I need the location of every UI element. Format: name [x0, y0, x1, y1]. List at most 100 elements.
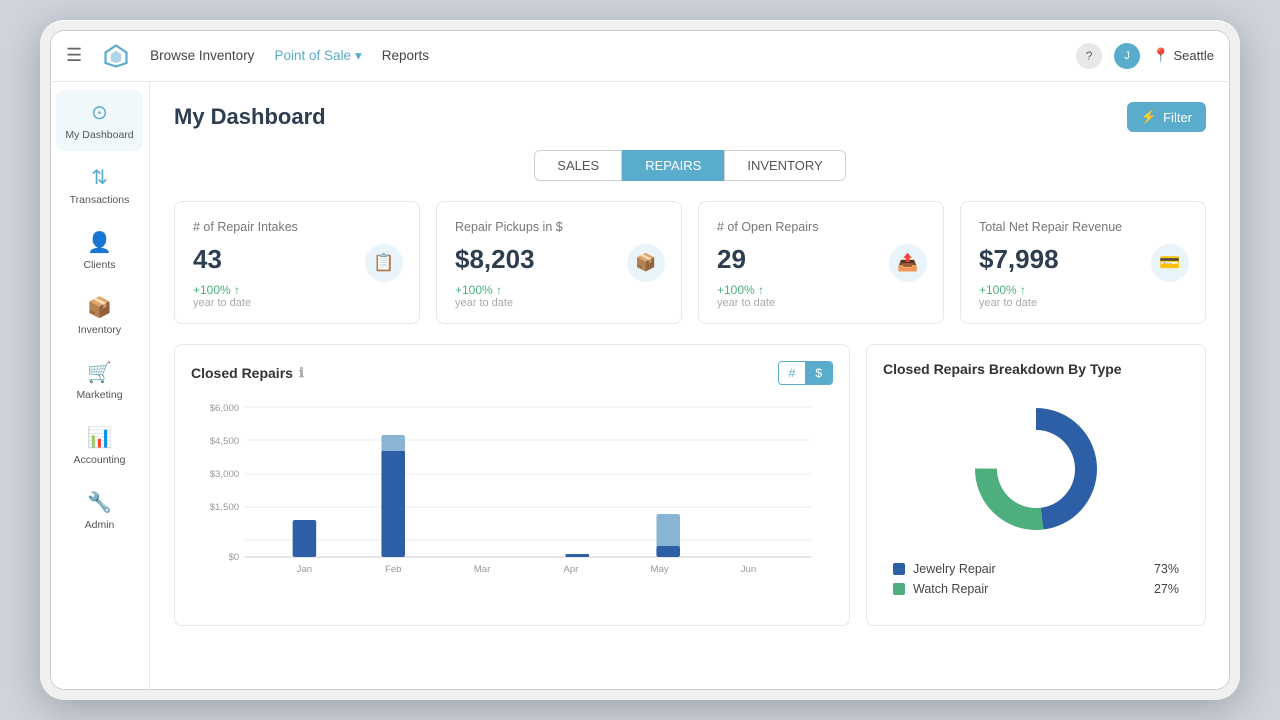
sidebar-label-inventory: Inventory: [78, 324, 121, 336]
sidebar-label-marketing: Marketing: [76, 389, 122, 401]
nav-browse-inventory[interactable]: Browse Inventory: [150, 48, 254, 63]
metric-sub-repair-intakes: year to date: [193, 297, 401, 309]
sidebar-item-dashboard[interactable]: ⊙ My Dashboard: [56, 90, 143, 151]
page-title: My Dashboard: [174, 104, 326, 130]
svg-text:$0: $0: [228, 552, 239, 562]
metric-icon-repair-pickups: 📦: [627, 244, 665, 282]
nav-right-section: ? J 📍 Seattle: [1076, 43, 1214, 69]
watch-label: Watch Repair: [913, 582, 988, 596]
svg-text:Jan: Jan: [297, 564, 313, 574]
metric-change-net-revenue: +100% ↑: [979, 283, 1187, 297]
user-avatar[interactable]: J: [1114, 43, 1140, 69]
watch-pct: 27%: [1154, 582, 1179, 596]
legend-item-jewelry: Jewelry Repair 73%: [893, 559, 1179, 579]
filter-button[interactable]: ⚡ Filter: [1127, 102, 1206, 132]
svg-text:$3,000: $3,000: [210, 469, 239, 479]
sidebar-label-transactions: Transactions: [70, 194, 130, 206]
nav-point-of-sale[interactable]: Point of Sale ▾: [274, 48, 361, 64]
sidebar-label-clients: Clients: [83, 259, 115, 271]
sidebar-item-marketing[interactable]: 🛒 Marketing: [56, 350, 143, 411]
metric-card-open-repairs: # of Open Repairs 29 +100% ↑ year to dat…: [698, 201, 944, 324]
breakdown-title: Closed Repairs Breakdown By Type: [883, 361, 1122, 377]
svg-text:May: May: [651, 564, 670, 574]
bar-chart-svg: $6,000 $4,500 $3,000 $1,500 $0: [191, 397, 833, 597]
metric-icon-net-revenue: 💳: [1151, 244, 1189, 282]
info-icon[interactable]: ℹ: [299, 365, 304, 381]
metric-title-repair-intakes: # of Repair Intakes: [193, 220, 401, 234]
svg-text:Jun: Jun: [741, 564, 757, 574]
sidebar-label-admin: Admin: [85, 519, 115, 531]
breakdown-chart: Closed Repairs Breakdown By Type: [866, 344, 1206, 626]
sidebar-item-clients[interactable]: 👤 Clients: [56, 220, 143, 281]
clients-icon: 👤: [87, 230, 112, 255]
page-header: My Dashboard ⚡ Filter: [174, 102, 1206, 132]
jewelry-pct: 73%: [1154, 562, 1179, 576]
metric-card-repair-intakes: # of Repair Intakes 43 +100% ↑ year to d…: [174, 201, 420, 324]
admin-icon: 🔧: [87, 490, 112, 515]
chart-legend: Jewelry Repair 73% Watch Repair: [883, 559, 1189, 599]
donut-area: Jewelry Repair 73% Watch Repair: [883, 389, 1189, 609]
sidebar-label-dashboard: My Dashboard: [65, 129, 133, 141]
closed-repairs-chart-header: Closed Repairs ℹ # $: [191, 361, 833, 385]
help-button[interactable]: ?: [1076, 43, 1102, 69]
svg-text:$6,000: $6,000: [210, 403, 239, 413]
donut-container: [966, 399, 1106, 539]
svg-text:Apr: Apr: [563, 564, 578, 574]
sidebar-item-accounting[interactable]: 📊 Accounting: [56, 415, 143, 476]
metric-sub-net-revenue: year to date: [979, 297, 1187, 309]
jewelry-color-dot: [893, 563, 905, 575]
location-display: 📍 Seattle: [1152, 47, 1214, 64]
tab-inventory[interactable]: INVENTORY: [724, 150, 845, 181]
logo-icon: [102, 42, 130, 70]
legend-item-watch: Watch Repair 27%: [893, 579, 1179, 599]
marketing-icon: 🛒: [87, 360, 112, 385]
filter-icon: ⚡: [1141, 109, 1157, 125]
bar-chart-area: $6,000 $4,500 $3,000 $1,500 $0: [191, 397, 833, 597]
metric-title-open-repairs: # of Open Repairs: [717, 220, 925, 234]
tab-group: SALES REPAIRS INVENTORY: [174, 150, 1206, 181]
svg-text:Feb: Feb: [385, 564, 402, 574]
nav-reports[interactable]: Reports: [382, 48, 429, 63]
menu-icon[interactable]: ☰: [66, 45, 82, 66]
dashboard-icon: ⊙: [91, 100, 108, 125]
topnav: ☰ Browse Inventory Point of Sale ▾ Repor…: [50, 30, 1230, 82]
watch-color-dot: [893, 583, 905, 595]
metric-icon-open-repairs: 📤: [889, 244, 927, 282]
sidebar-label-accounting: Accounting: [74, 454, 126, 466]
closed-repairs-title: Closed Repairs ℹ: [191, 365, 304, 381]
metric-change-repair-pickups: +100% ↑: [455, 283, 663, 297]
svg-text:$4,500: $4,500: [210, 436, 239, 446]
metric-card-net-revenue: Total Net Repair Revenue $7,998 +100% ↑ …: [960, 201, 1206, 324]
breakdown-chart-header: Closed Repairs Breakdown By Type: [883, 361, 1189, 377]
metric-change-repair-intakes: +100% ↑: [193, 283, 401, 297]
accounting-icon: 📊: [87, 425, 112, 450]
screen: ☰ Browse Inventory Point of Sale ▾ Repor…: [50, 30, 1230, 690]
svg-text:Mar: Mar: [474, 564, 491, 574]
metric-sub-open-repairs: year to date: [717, 297, 925, 309]
toggle-hash[interactable]: #: [779, 362, 806, 384]
svg-text:$1,500: $1,500: [210, 502, 239, 512]
tab-repairs[interactable]: REPAIRS: [622, 150, 724, 181]
metric-cards: # of Repair Intakes 43 +100% ↑ year to d…: [174, 201, 1206, 324]
main-layout: ⊙ My Dashboard ⇅ Transactions 👤 Clients …: [50, 82, 1230, 690]
metric-card-repair-pickups: Repair Pickups in $ $8,203 +100% ↑ year …: [436, 201, 682, 324]
metric-title-net-revenue: Total Net Repair Revenue: [979, 220, 1187, 234]
pin-icon: 📍: [1152, 47, 1169, 64]
jewelry-label: Jewelry Repair: [913, 562, 996, 576]
metric-change-open-repairs: +100% ↑: [717, 283, 925, 297]
sidebar: ⊙ My Dashboard ⇅ Transactions 👤 Clients …: [50, 82, 150, 690]
sidebar-item-transactions[interactable]: ⇅ Transactions: [56, 155, 143, 216]
closed-repairs-chart: Closed Repairs ℹ # $: [174, 344, 850, 626]
sidebar-item-inventory[interactable]: 📦 Inventory: [56, 285, 143, 346]
device-frame: ☰ Browse Inventory Point of Sale ▾ Repor…: [40, 20, 1240, 700]
tab-sales[interactable]: SALES: [534, 150, 622, 181]
donut-svg: [966, 399, 1106, 539]
toggle-dollar[interactable]: $: [805, 362, 832, 384]
metric-sub-repair-pickups: year to date: [455, 297, 663, 309]
chart-toggle: # $: [778, 361, 833, 385]
charts-row: Closed Repairs ℹ # $: [174, 344, 1206, 626]
sidebar-item-admin[interactable]: 🔧 Admin: [56, 480, 143, 541]
main-content: My Dashboard ⚡ Filter SALES REPAIRS INVE…: [150, 82, 1230, 690]
transactions-icon: ⇅: [91, 165, 108, 190]
inventory-icon: 📦: [87, 295, 112, 320]
